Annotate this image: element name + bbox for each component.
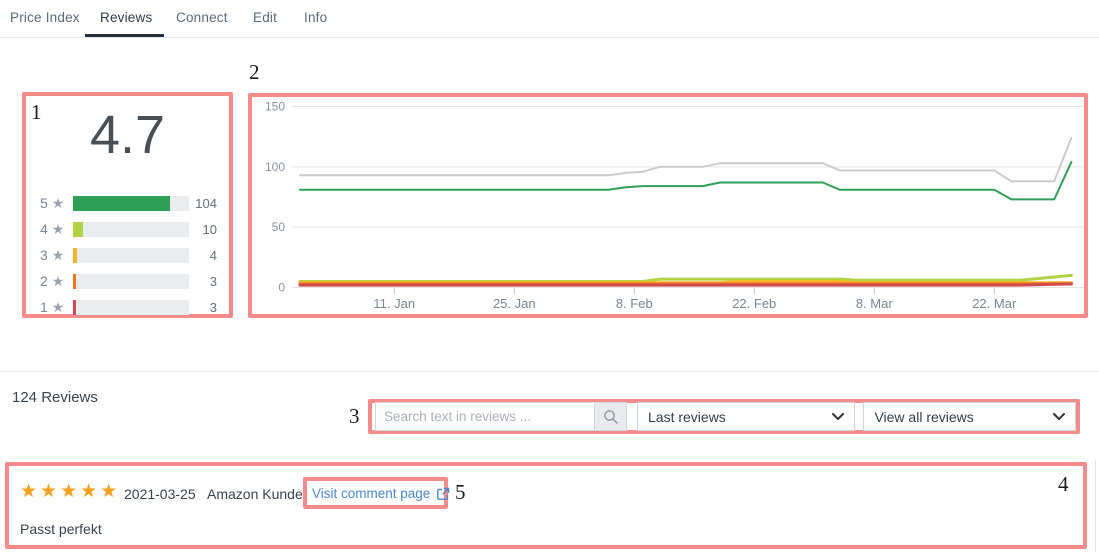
y-tick-label: 0 xyxy=(278,281,285,295)
sort-select-value: Last reviews xyxy=(648,409,832,425)
reviews-line-chart: 0 50 100 150 11. Jan 25. Jan 8. Feb 22. Feb 8. M… xyxy=(252,97,1084,314)
x-tick-label: 11. Jan xyxy=(373,296,415,311)
star-row-count: 3 xyxy=(189,274,217,289)
star-bar-track xyxy=(73,300,189,315)
star-bar-fill xyxy=(73,222,82,237)
review-date: 2021-03-25 xyxy=(124,486,196,502)
star-row-2: 2★ 3 xyxy=(26,268,229,294)
chevron-down-icon xyxy=(832,413,844,421)
review-stars: ★★★★★ xyxy=(20,480,120,503)
star-bar-track xyxy=(73,222,189,237)
star-row-1: 1★ 3 xyxy=(26,294,229,320)
star-row-number: 1 xyxy=(40,299,48,315)
tab-connect[interactable]: Connect xyxy=(176,0,228,36)
tab-reviews[interactable]: Reviews xyxy=(100,0,152,36)
star-row-number: 2 xyxy=(40,273,48,289)
annotation-3: 3 xyxy=(349,404,360,429)
star-row-count: 104 xyxy=(189,196,217,211)
page-edge-line xyxy=(1095,460,1096,552)
visit-comment-page-link[interactable]: Visit comment page xyxy=(312,486,450,501)
star-row-3: 3★ 4 xyxy=(26,242,229,268)
star-row-number: 4 xyxy=(40,221,48,237)
star-row-number: 3 xyxy=(40,247,48,263)
y-tick-label: 50 xyxy=(272,220,286,234)
active-tab-underline xyxy=(85,34,164,37)
star-row-count: 10 xyxy=(189,222,217,237)
star-icon: ★ xyxy=(52,299,65,316)
x-tick-label: 8. Mar xyxy=(856,296,894,311)
tab-price-index[interactable]: Price Index xyxy=(10,0,80,36)
star-bar-track xyxy=(73,274,189,289)
star-icon: ★ xyxy=(52,273,65,290)
series-1-star xyxy=(300,284,1071,285)
section-divider xyxy=(0,371,1099,372)
annotation-2: 2 xyxy=(249,60,260,85)
star-bar-fill xyxy=(73,248,77,263)
review-row-box xyxy=(5,462,1087,549)
search-icon xyxy=(603,409,619,425)
x-tick-label: 8. Feb xyxy=(616,296,653,311)
filter-select-value: View all reviews xyxy=(874,409,1053,425)
star-icon: ★ xyxy=(52,195,65,212)
tab-info[interactable]: Info xyxy=(304,0,327,36)
search-button[interactable] xyxy=(594,402,627,431)
reviews-chart-box: 0 50 100 150 11. Jan 25. Jan 8. Feb 22. Feb 8. M… xyxy=(248,93,1088,318)
tab-bar: Price Index Reviews Connect Edit Info xyxy=(0,0,1099,38)
star-icon: ★ xyxy=(52,221,65,238)
series-3-star xyxy=(300,282,1071,283)
search-group xyxy=(375,402,627,431)
annotation-5: 5 xyxy=(455,480,466,505)
series-total-reviews xyxy=(300,138,1071,181)
x-tick-label: 22. Mar xyxy=(972,296,1017,311)
sort-select[interactable]: Last reviews xyxy=(637,402,855,431)
star-bar-track xyxy=(73,196,189,211)
star-bar-fill xyxy=(73,300,76,315)
tab-edit[interactable]: Edit xyxy=(253,0,277,36)
external-link-icon xyxy=(436,487,450,501)
annotation-1: 1 xyxy=(31,100,42,125)
review-controls: Last reviews View all reviews xyxy=(368,399,1080,434)
visit-comment-page-label: Visit comment page xyxy=(312,486,430,501)
star-row-5: 5★ 104 xyxy=(26,190,229,216)
star-breakdown: 5★1044★103★42★31★3 xyxy=(26,190,229,320)
star-row-4: 4★ 10 xyxy=(26,216,229,242)
average-rating: 4.7 xyxy=(26,104,229,166)
x-tick-label: 22. Feb xyxy=(732,296,776,311)
review-author: Amazon Kunde xyxy=(207,486,303,502)
series-4-star xyxy=(300,275,1071,281)
star-row-count: 3 xyxy=(189,300,217,315)
rating-summary-box: 4.7 5★1044★103★42★31★3 xyxy=(22,92,233,318)
star-row-count: 4 xyxy=(189,248,217,263)
star-bar-track xyxy=(73,248,189,263)
filter-select[interactable]: View all reviews xyxy=(863,402,1076,431)
reviews-dashboard: Price IndexReviewsConnectEditInfo 4.7 5★… xyxy=(0,0,1099,552)
y-tick-label: 100 xyxy=(265,160,285,174)
y-tick-label: 150 xyxy=(265,99,285,113)
review-text: Passt perfekt xyxy=(20,521,102,537)
search-input[interactable] xyxy=(375,402,594,431)
x-tick-label: 25. Jan xyxy=(493,296,536,311)
star-bar-fill xyxy=(73,274,76,289)
annotation-4: 4 xyxy=(1058,472,1069,497)
star-bar-fill xyxy=(73,196,170,211)
series-5-star xyxy=(300,162,1071,199)
review-count-label: 124 Reviews xyxy=(12,389,98,406)
chevron-down-icon xyxy=(1053,413,1065,421)
star-icon: ★ xyxy=(52,247,65,264)
star-row-number: 5 xyxy=(40,195,48,211)
